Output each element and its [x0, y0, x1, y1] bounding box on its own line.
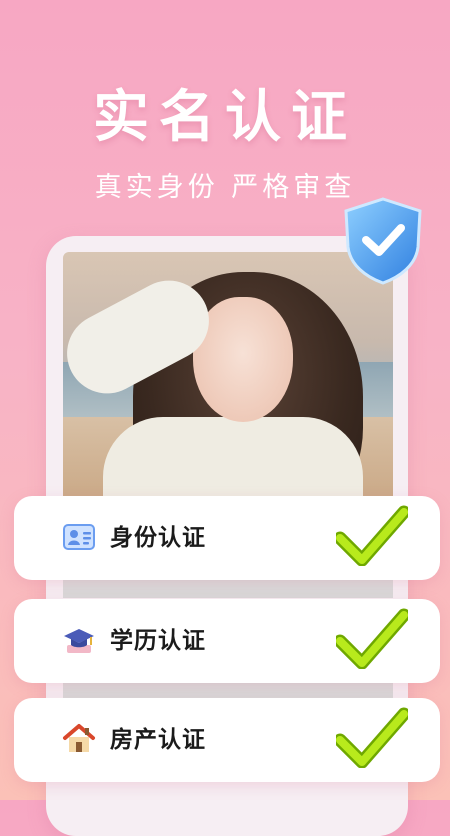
property-verification-card[interactable]: 房产认证 — [14, 698, 440, 782]
id-card-icon — [63, 524, 95, 550]
divider — [63, 580, 393, 598]
page-title: 实名认证 — [93, 85, 357, 150]
checkmark-icon — [336, 505, 408, 566]
checkmark-icon — [336, 707, 408, 768]
house-icon — [63, 724, 95, 752]
education-verification-card[interactable]: 学历认证 — [14, 599, 440, 683]
profile-photo — [63, 252, 393, 502]
checkmark-icon — [336, 608, 408, 669]
education-verification-label: 学历认证 — [110, 628, 206, 654]
property-verification-label: 房产认证 — [110, 727, 206, 753]
id-verification-card[interactable]: 身份认证 — [14, 496, 440, 580]
graduation-cap-icon — [64, 629, 94, 653]
shield-check-icon — [344, 197, 422, 285]
id-verification-label: 身份认证 — [110, 525, 206, 551]
